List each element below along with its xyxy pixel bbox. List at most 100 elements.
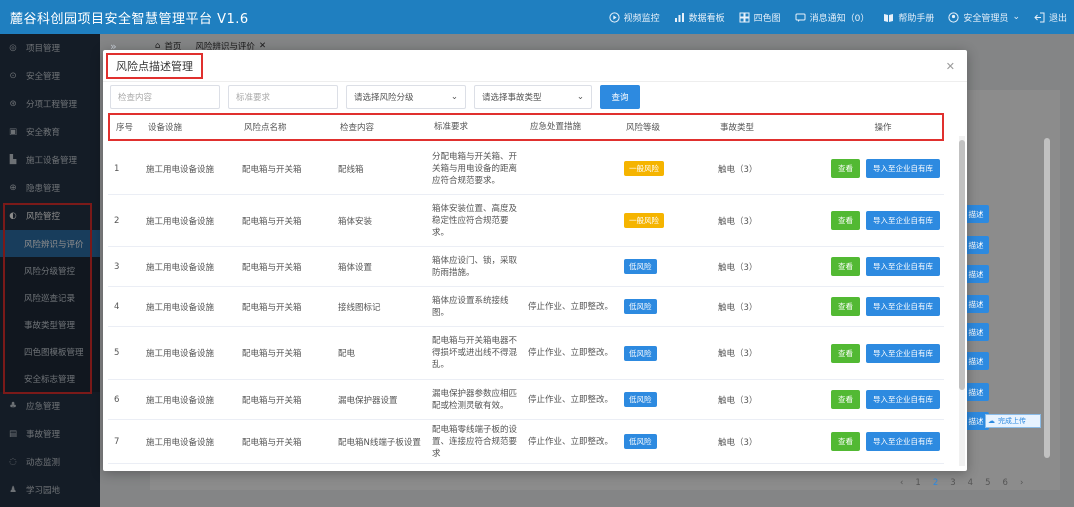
page-button-current[interactable]: 2: [933, 478, 938, 488]
modal-scrollbar[interactable]: [959, 136, 965, 466]
cell-level: 低风险: [622, 345, 716, 361]
nav-label: 视频监控: [623, 13, 660, 24]
cell-accident: 触电（3）: [718, 262, 758, 273]
table-row: 4 施工用电设备设施 配电箱与开关箱 接线图标记 箱体应设置系统接线图。 停止作…: [108, 287, 944, 327]
column-header: 风险等级: [626, 123, 661, 133]
cell-point: 配电箱与开关箱: [242, 164, 302, 175]
cell-standard: 漏电保护器参数应相匹配或检测灵敏有效。: [432, 388, 518, 411]
scrollbar-thumb[interactable]: [959, 140, 965, 390]
prev-page-button[interactable]: ‹: [900, 478, 903, 488]
cell-device: 施工用电设备设施: [146, 262, 215, 273]
standard-search-input[interactable]: 标准要求: [228, 85, 338, 109]
column-header: 标准要求: [434, 122, 469, 132]
view-button[interactable]: 查看: [831, 211, 860, 230]
modal-title: 风险点描述管理: [106, 52, 203, 79]
view-button[interactable]: 查看: [831, 257, 860, 276]
import-button[interactable]: 导入至企业自有库: [866, 159, 940, 178]
cell-level: 低风险: [622, 392, 716, 407]
import-button[interactable]: 导入至企业自有库: [866, 257, 940, 276]
page-button[interactable]: 1: [915, 478, 920, 488]
cell-content: 配电: [338, 349, 356, 359]
cell-no: 3: [114, 261, 120, 272]
message-icon: [795, 12, 806, 23]
column-header: 操作: [874, 123, 892, 133]
cell-standard: 箱体应设门、锁，采取防雨措施。: [432, 255, 518, 278]
cell-actions: 查看 导入至企业自有库: [820, 211, 944, 230]
pagination: ‹ 1 2 3 4 5 6 ›: [900, 478, 1023, 488]
select-value: 请选择风险分级: [354, 93, 414, 103]
cell-standard: 箱体安装位置、高度及稳定性应符合规范要求。: [432, 203, 518, 238]
view-button[interactable]: 查看: [831, 159, 860, 178]
table-row: 3 施工用电设备设施 配电箱与开关箱 箱体设置 箱体应设门、锁，采取防雨措施。 …: [108, 247, 944, 287]
cell-point: 配电箱与开关箱: [242, 437, 302, 448]
view-button[interactable]: 查看: [831, 297, 860, 316]
cell-standard: 箱体应设置系统接线图。: [432, 295, 509, 318]
cell-level: 一般风险: [622, 161, 716, 176]
cell-no: 6: [114, 394, 120, 405]
nav-video-monitor[interactable]: 视频监控: [602, 0, 667, 34]
cell-actions: 查看 导入至企业自有库: [820, 432, 944, 451]
cell-actions: 查看 导入至企业自有库: [820, 390, 944, 409]
user-icon: [948, 11, 960, 23]
cell-actions: 查看 导入至企业自有库: [820, 159, 944, 178]
grid-icon: [739, 12, 750, 23]
accident-type-select[interactable]: 请选择事故类型 ⌄: [474, 85, 592, 109]
nav-label: 消息通知（0）: [809, 13, 870, 24]
risk-level-select[interactable]: 请选择风险分级 ⌄: [346, 85, 466, 109]
cell-point: 配电箱与开关箱: [242, 216, 302, 227]
cell-device: 施工用电设备设施: [146, 216, 215, 227]
cell-content: 接线图标记: [338, 302, 381, 313]
view-button[interactable]: 查看: [831, 432, 860, 451]
nav-logout[interactable]: 退出: [1027, 0, 1074, 34]
next-page-button[interactable]: ›: [1020, 478, 1023, 488]
cell-level: 一般风险: [622, 213, 716, 228]
view-button[interactable]: 查看: [831, 390, 860, 409]
page-scrollbar[interactable]: [1044, 138, 1050, 458]
cell-level: 低风险: [622, 259, 716, 274]
cell-point: 配电箱与开关箱: [242, 395, 302, 406]
upload-status-chip[interactable]: ☁ 完成上传: [985, 414, 1041, 428]
cell-accident: 触电（3）: [718, 349, 758, 359]
risk-level-badge: 一般风险: [624, 161, 664, 176]
cell-no: 2: [114, 215, 120, 226]
page-button[interactable]: 6: [1003, 478, 1008, 488]
page-button[interactable]: 4: [968, 478, 973, 488]
logout-icon: [1034, 12, 1045, 23]
nav-label: 安全管理员: [963, 13, 1009, 24]
page-button[interactable]: 5: [985, 478, 990, 488]
risk-level-badge: 低风险: [624, 345, 657, 361]
page-button[interactable]: 3: [950, 478, 955, 488]
upload-label: 完成上传: [998, 417, 1026, 425]
chevron-down-icon: ⌄: [1012, 12, 1020, 22]
table-row: 7 施工用电设备设施 配电箱与开关箱 配电箱N线端子板设置 配电箱零线端子板的设…: [108, 420, 944, 464]
book-icon: [883, 12, 894, 23]
filter-bar: 检查内容 标准要求 请选择风险分级 ⌄ 请选择事故类型 ⌄ 查询: [110, 85, 640, 109]
column-header: 事故类型: [720, 123, 755, 133]
top-bar: 麓谷科创园项目安全智慧管理平台 V1.6 视频监控 数据看板 四色图 消息通知（…: [0, 0, 1074, 34]
cell-accident: 触电（3）: [718, 302, 758, 313]
nav-dashboard[interactable]: 数据看板: [667, 0, 732, 34]
cell-standard: 配电箱零线端子板的设置、连接应符合规范要求: [432, 424, 518, 459]
nav-messages[interactable]: 消息通知（0）: [788, 0, 877, 34]
modal-header: 风险点描述管理 ✕: [103, 50, 967, 82]
nav-user-menu[interactable]: 安全管理员 ⌄: [941, 0, 1027, 34]
cell-standard: 配电箱与开关箱电器不得损坏或进出线不得混乱。: [432, 336, 518, 370]
cell-level: 低风险: [622, 299, 716, 314]
nav-four-color[interactable]: 四色图: [732, 0, 788, 34]
nav-label: 四色图: [753, 13, 781, 24]
import-button[interactable]: 导入至企业自有库: [866, 432, 940, 451]
import-button[interactable]: 导入至企业自有库: [866, 343, 940, 363]
cell-no: 4: [114, 301, 120, 312]
nav-help[interactable]: 帮助手册: [876, 0, 941, 34]
cell-no: 1: [114, 163, 120, 174]
import-button[interactable]: 导入至企业自有库: [866, 390, 940, 409]
content-search-input[interactable]: 检查内容: [110, 85, 220, 109]
table-row: 1 施工用电设备设施 配电箱与开关箱 配线箱 分配电箱与开关箱、开关箱与用电设备…: [108, 143, 944, 195]
cell-measure: 停止作业、立即整改。: [528, 301, 614, 312]
import-button[interactable]: 导入至企业自有库: [866, 211, 940, 230]
view-button[interactable]: 查看: [831, 343, 860, 363]
close-icon[interactable]: ✕: [946, 60, 955, 73]
query-button[interactable]: 查询: [600, 85, 640, 109]
import-button[interactable]: 导入至企业自有库: [866, 297, 940, 316]
table-row: 6 施工用电设备设施 配电箱与开关箱 漏电保护器设置 漏电保护器参数应相匹配或检…: [108, 380, 944, 420]
